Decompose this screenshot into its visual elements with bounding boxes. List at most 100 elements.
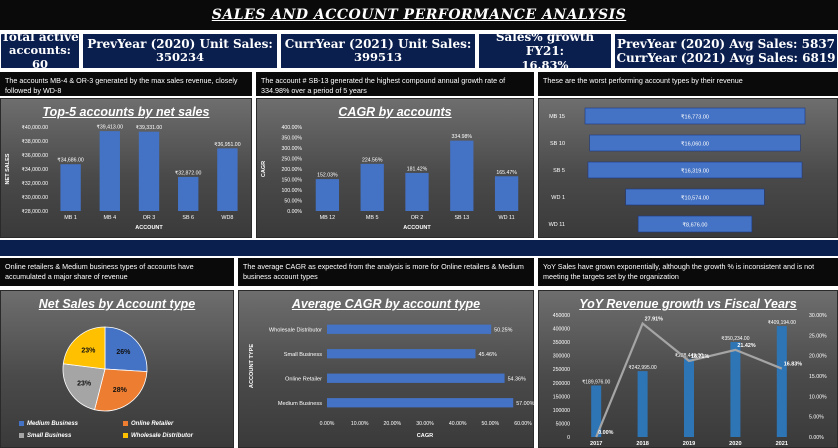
y2-tick-label: 0.00%	[809, 435, 824, 441]
x-tick-label: 2020	[729, 441, 741, 447]
y-tick-label: Online Retailer	[285, 376, 322, 382]
kpi-total-accounts: Total active accounts: 60	[0, 30, 80, 71]
y-tick-label: 300.00%	[282, 146, 303, 152]
x-tick-label: 30.00%	[416, 421, 434, 427]
x-tick-label: SB 6	[182, 215, 194, 221]
y-tick-label: 0.00%	[287, 209, 302, 215]
data-label: ₹409,194.00	[768, 320, 796, 326]
legend-label: Small Business	[27, 433, 72, 439]
category-label: WD 1	[551, 195, 565, 201]
y2-tick-label: 15.00%	[809, 374, 827, 380]
growth-label: 21.42%	[737, 343, 755, 349]
data-label: ₹34,686.00	[57, 158, 83, 164]
x-tick-label: WD8	[221, 215, 233, 221]
bar	[327, 349, 476, 359]
kpi-sales-growth: Sales% growth FY21: 16.83%	[478, 30, 612, 71]
slice-label: 26%	[116, 349, 131, 356]
x-tick-label: WD 11	[499, 215, 515, 221]
bar	[178, 176, 199, 211]
data-label: 181.42%	[407, 166, 428, 172]
section-divider	[0, 240, 838, 256]
chart-panel-pie: Net Sales by Account type 26% 28% 23% 23% Me…	[0, 290, 234, 448]
kpi-prev-unit-sales: PrevYear (2020) Unit Sales: 350234	[82, 33, 278, 69]
y-tick-label: 350.00%	[282, 136, 303, 142]
caption-avg-cagr-type: The average CAGR as expected from the an…	[238, 258, 534, 286]
bar	[637, 371, 648, 437]
y-tick-label: 0	[567, 435, 570, 441]
y2-tick-label: 5.00%	[809, 415, 824, 421]
y-tick-label: 250.00%	[282, 157, 303, 163]
kpi-label: CurrYear (2021) Unit Sales:	[284, 36, 472, 51]
chart-panel-cagr: CAGR by accounts 0.00% 50.00% 100.00% 150.0…	[256, 98, 534, 238]
chart-cagr: 0.00% 50.00% 100.00% 150.00% 200.00% 250.00% 3…	[261, 125, 519, 231]
x-tick-label: MB 1	[64, 215, 77, 221]
growth-label: 27.91%	[645, 316, 663, 322]
category-label: MB 15	[549, 114, 565, 120]
y2-tick-label: 20.00%	[809, 354, 827, 360]
bar	[494, 176, 519, 211]
x-tick-label: OR 2	[411, 215, 424, 221]
kpi-curr-unit-sales: CurrYear (2021) Unit Sales: 399513	[280, 33, 476, 69]
x-tick-label: 2021	[776, 441, 788, 447]
y-tick-label: ₹40,000.00	[22, 125, 48, 131]
slice-label: 23%	[81, 348, 96, 355]
data-label: ₹16,773.00	[681, 114, 709, 121]
dashboard-title: SALES AND ACCOUNT PERFORMANCE ANALYSIS	[211, 7, 627, 23]
kpi-value: 399513	[353, 50, 402, 65]
bar	[138, 131, 160, 211]
legend-swatch	[19, 433, 24, 438]
y-tick-label: 400000	[553, 327, 570, 333]
data-label: 45.46%	[479, 352, 497, 358]
y-tick-label: Medium Business	[278, 401, 322, 407]
x-tick-label: SB 13	[454, 215, 469, 221]
data-label: 54.36%	[508, 376, 526, 382]
y-tick-label: ₹32,000.00	[22, 181, 48, 187]
category-label: SB 5	[553, 168, 565, 174]
x-tick-label: OR 3	[143, 215, 156, 221]
y2-tick-label: 10.00%	[809, 394, 827, 400]
data-label: ₹10,574.00	[681, 195, 709, 202]
chart-yoy: 0 50000 100000 150000 200000 250000 300000 3500…	[553, 313, 827, 447]
chart-panel-yoy: YoY Revenue growth vs Fiscal Years 0 5000…	[538, 290, 838, 448]
legend-label: Medium Business	[27, 421, 79, 427]
chart-worst: ₹16,773.00 MB 15 ₹16,060.00 SB 10 ₹16,319.00…	[549, 107, 806, 233]
bar	[405, 172, 429, 211]
chart-pie: 26% 28% 23% 23% Medium Business Online Retail…	[19, 326, 194, 439]
bar	[730, 342, 741, 437]
x-tick-label: 2018	[636, 441, 648, 447]
bar	[327, 398, 514, 408]
y-tick-label: Wholesale Distributor	[269, 327, 322, 333]
kpi-value: 350234	[155, 50, 204, 65]
chart-top5: ₹28,000.00 ₹30,000.00 ₹32,000.00 ₹34,000.00…	[5, 125, 241, 231]
y-tick-label: 400.00%	[282, 125, 303, 131]
y-tick-label: 200.00%	[282, 167, 303, 173]
data-label: 57.00%	[516, 401, 534, 407]
data-label: ₹39,331.00	[136, 125, 162, 131]
kpi-label: Total active	[1, 30, 79, 45]
kpi-value: 16.83%	[521, 57, 569, 72]
legend-label: Wholesale Distributor	[131, 433, 194, 439]
data-label: 152.03%	[317, 173, 338, 179]
kpi-label: PrevYear (2020) Unit Sales:	[87, 36, 273, 51]
data-label: ₹32,872.00	[175, 170, 201, 176]
bar	[684, 358, 694, 437]
data-label: ₹189,976.00	[582, 379, 610, 385]
bar	[450, 140, 474, 211]
legend-swatch	[123, 433, 128, 438]
x-tick-label: 2019	[683, 441, 695, 447]
y-axis-title: NET SALES	[5, 153, 11, 184]
bar	[99, 131, 120, 211]
legend-swatch	[19, 421, 24, 426]
x-tick-label: 0.00%	[320, 421, 335, 427]
x-axis-title: ACCOUNT	[403, 225, 431, 231]
x-tick-label: 60.00%	[514, 421, 532, 427]
y-tick-label: Small Business	[284, 352, 322, 358]
data-label: ₹8,676.00	[683, 222, 708, 229]
y-tick-label: ₹38,000.00	[22, 139, 48, 145]
x-tick-label: MB 5	[366, 215, 379, 221]
slice-label: 28%	[113, 387, 128, 394]
y-tick-label: 150.00%	[282, 178, 303, 184]
chart-avgcagr: 0.00% 10.00% 20.00% 30.00% 40.00% 50.00% 60.00…	[249, 324, 535, 439]
bar	[60, 164, 81, 211]
y-axis-title: CAGR	[261, 161, 267, 177]
